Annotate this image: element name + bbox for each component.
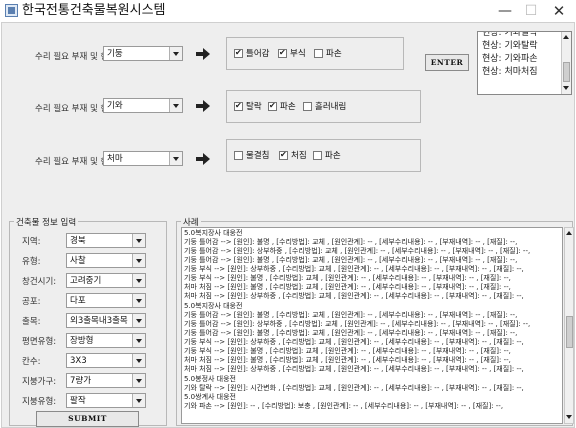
checkbox-unchecked-icon[interactable] bbox=[313, 151, 322, 160]
field-region: 지역: 경북 bbox=[10, 230, 168, 252]
case-line: 5.0봉정사 대웅전 bbox=[184, 375, 236, 383]
case-line: 기둥 틀어감 --> [원인]: 상부하중 , [수리방법]: 교체 , [원인… bbox=[184, 320, 531, 328]
member-select[interactable]: 처마 bbox=[103, 151, 183, 166]
case-line: 처마 처짐 --> [원인]: 상부하중 , [수리방법]: 교체 , [원인관… bbox=[184, 365, 524, 373]
chevron-down-icon[interactable] bbox=[132, 334, 145, 347]
building-info-title: 건축물 정보 입력 bbox=[14, 216, 79, 228]
minimize-button[interactable]: — bbox=[493, 2, 517, 20]
chevron-down-icon[interactable] bbox=[132, 354, 145, 367]
case-line: 5.0복지장사 대웅전 bbox=[184, 229, 243, 237]
case-line: 기둥 틀어감 --> [원인]: 상부하중 , [수리방법]: 교체 , [원인… bbox=[184, 247, 531, 255]
case-text-area[interactable]: 5.0복지장사 대웅전 기둥 틀어감 --> [원인]: 불명 , [수리방법]… bbox=[181, 227, 563, 424]
status-list[interactable]: 현상: 기와탈락 현상: 기와탈락 현상: 기와파손 현상: 처마처짐 bbox=[477, 31, 572, 95]
scroll-up-icon[interactable] bbox=[563, 34, 570, 41]
scroll-down-icon[interactable] bbox=[566, 414, 573, 421]
case-scrollbar[interactable] bbox=[564, 227, 574, 424]
checkbox-unchecked-icon[interactable] bbox=[234, 151, 243, 160]
case-line: 기와 탈락 --> [원인]: 시간변화 , [수리방법]: 교체 , [원인관… bbox=[184, 384, 524, 392]
bracket-select[interactable]: 다포 bbox=[66, 293, 146, 308]
chevron-down-icon[interactable] bbox=[132, 374, 145, 387]
chevron-down-icon[interactable] bbox=[169, 99, 182, 112]
list-item[interactable]: 현상: 처마처짐 bbox=[482, 67, 538, 78]
case-line: 기둥 틀어감 --> [원인]: 불명 , [수리방법]: 교체 , [원인관계… bbox=[184, 238, 518, 246]
case-line: 기둥 부식 --> [원인]: 상부하중 , [수리방법]: 교체 , [원인관… bbox=[184, 338, 524, 346]
member-select-value: 처마 bbox=[107, 154, 123, 164]
chevron-down-icon[interactable] bbox=[169, 152, 182, 165]
member-select-value: 기둥 bbox=[107, 49, 123, 59]
chevron-down-icon[interactable] bbox=[132, 254, 145, 267]
chevron-down-icon[interactable] bbox=[132, 294, 145, 307]
case-line: 처마 처짐 --> [원인]: 상부하중 , [수리방법]: 교체 , [원인관… bbox=[184, 292, 524, 300]
roof-type-select[interactable]: 팔작 bbox=[66, 393, 146, 408]
checkbox-checked-icon[interactable] bbox=[279, 149, 288, 161]
main-content: 수리 필요 부재 및 현상: 기둥 틀어감 부식 파손 ENTER 현상: 기와… bbox=[1, 22, 575, 428]
list-item[interactable]: 현상: 기와탈락 bbox=[482, 41, 538, 52]
region-select[interactable]: 경북 bbox=[66, 233, 146, 248]
member-select[interactable]: 기와 bbox=[103, 98, 183, 113]
phenomenon-panel-2: 탈락 파손 흘러내림 bbox=[226, 90, 421, 123]
case-panel: 사례 5.0복지장사 대웅전 기둥 틀어감 --> [원인]: 불명 , [수리… bbox=[176, 216, 574, 426]
case-line: 기둥 부식 --> [원인]: 불명 , [수리방법]: 교체 , [원인관계]… bbox=[184, 347, 511, 355]
member-select-value: 기와 bbox=[107, 101, 123, 111]
status-scrollbar[interactable] bbox=[561, 32, 571, 94]
checkbox-checked-icon[interactable] bbox=[234, 47, 243, 59]
case-line: 기와 파손 --> [원인]: -- , [수리방법]: 보충 , [원인관계]… bbox=[184, 402, 504, 410]
checkbox-unchecked-icon[interactable] bbox=[314, 49, 323, 58]
list-item[interactable]: 현상: 기와파손 bbox=[482, 54, 538, 65]
field-bays: 칸수: 3X3 bbox=[10, 350, 168, 372]
building-info-panel: 건축물 정보 입력 지역: 경북 유형: 사찰 창건시기: 고려중기 공포: 다… bbox=[9, 216, 168, 427]
chevron-down-icon[interactable] bbox=[132, 234, 145, 247]
phenomenon-panel-1: 틀어감 부식 파손 bbox=[226, 37, 404, 70]
window-title: 한국전통건축물복원시스템 bbox=[22, 3, 166, 18]
case-line: 기둥 틀어감 --> [원인]: 불명 , [수리방법]: 교체 , [원인관계… bbox=[184, 329, 518, 337]
phenomenon-panel-3: 물결침 처짐 파손 bbox=[226, 139, 421, 172]
projection-select[interactable]: 외3출목내3출목 bbox=[66, 313, 146, 328]
chevron-down-icon[interactable] bbox=[132, 314, 145, 327]
chevron-down-icon[interactable] bbox=[132, 394, 145, 407]
list-item[interactable]: 현상: 기와탈락 bbox=[482, 32, 538, 39]
checkbox-checked-icon[interactable] bbox=[278, 47, 287, 59]
field-type: 유형: 사찰 bbox=[10, 250, 168, 272]
title-bar: 한국전통건축물복원시스템 — ☐ ✕ bbox=[0, 0, 576, 22]
period-select[interactable]: 고려중기 bbox=[66, 273, 146, 288]
chevron-down-icon[interactable] bbox=[169, 47, 182, 60]
checkbox-checked-icon[interactable] bbox=[268, 100, 277, 112]
submit-button[interactable]: SUBMIT bbox=[36, 411, 139, 427]
scroll-thumb[interactable] bbox=[563, 62, 570, 82]
arrow-right-icon bbox=[196, 48, 210, 60]
case-line: 기둥 부식 --> [원인]: 불명 , [수리방법]: 교체 , [원인관계]… bbox=[184, 274, 511, 282]
type-select[interactable]: 사찰 bbox=[66, 253, 146, 268]
case-line: 처마 처짐 --> [원인]: 불명 , [수리방법]: 교체 , [원인관계]… bbox=[184, 356, 511, 364]
app-icon bbox=[5, 4, 18, 17]
field-projection: 출목: 외3출목내3출목 bbox=[10, 310, 168, 332]
chevron-down-icon[interactable] bbox=[132, 274, 145, 287]
field-roof-frame: 지붕가구: 7량가 bbox=[10, 370, 168, 392]
case-line: 기둥 틀어감 --> [원인]: 불명 , [수리방법]: 교체 , [원인관계… bbox=[184, 256, 518, 264]
checkbox-checked-icon[interactable] bbox=[234, 100, 243, 112]
field-bracket: 공포: 다포 bbox=[10, 290, 168, 312]
case-line: 처마 처짐 --> [원인]: 불명 , [수리방법]: 교체 , [원인관계]… bbox=[184, 283, 511, 291]
arrow-right-icon bbox=[196, 153, 210, 165]
scroll-thumb[interactable] bbox=[566, 316, 573, 348]
scroll-up-icon[interactable] bbox=[566, 230, 573, 237]
field-plan-type: 평면유형: 장방형 bbox=[10, 330, 168, 352]
field-roof-type: 지붕유형: 팔작 bbox=[10, 390, 168, 412]
arrow-right-icon bbox=[196, 100, 210, 112]
bays-select[interactable]: 3X3 bbox=[66, 353, 146, 368]
plan-type-select[interactable]: 장방형 bbox=[66, 333, 146, 348]
case-line: 5.0쌍계사 대웅전 bbox=[184, 393, 236, 401]
enter-button[interactable]: ENTER bbox=[425, 54, 469, 71]
close-button[interactable]: ✕ bbox=[547, 2, 571, 20]
case-line: 5.0복지장사 대웅전 bbox=[184, 302, 243, 310]
member-select[interactable]: 기둥 bbox=[103, 46, 183, 61]
field-period: 창건시기: 고려중기 bbox=[10, 270, 168, 292]
roof-frame-select[interactable]: 7량가 bbox=[66, 373, 146, 388]
case-line: 기둥 틀어감 --> [원인]: 불명 , [수리방법]: 교체 , [원인관계… bbox=[184, 311, 518, 319]
checkbox-unchecked-icon[interactable] bbox=[303, 102, 312, 111]
case-line: 기둥 부식 --> [원인]: 상부하중 , [수리방법]: 교체 , [원인관… bbox=[184, 265, 524, 273]
maximize-button[interactable]: ☐ bbox=[519, 2, 543, 20]
